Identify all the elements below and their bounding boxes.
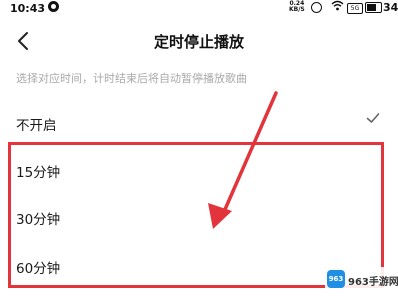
notification-icon — [48, 1, 59, 12]
option-30min[interactable]: 30分钟 — [0, 196, 398, 244]
option-label: 15分钟 — [16, 165, 61, 181]
option-label: 不开启 — [16, 118, 57, 134]
watermark: 963 963手游网 — [325, 267, 398, 291]
hint-text: 选择对应时间，计时结束后将自动暂停播放歌曲 — [16, 72, 247, 85]
network-speed-unit: KB/S — [289, 6, 305, 13]
battery-level: 34 — [383, 1, 398, 14]
page-title: 定时停止播放 — [153, 33, 244, 51]
battery-icon — [365, 2, 382, 13]
check-icon — [366, 113, 380, 123]
network-speed: 0.24 KB/S — [289, 1, 305, 13]
alarm-icon — [311, 2, 322, 13]
status-bar: 10:43 0.24 KB/S 5G 34 — [0, 0, 398, 18]
option-15min[interactable]: 15分钟 — [0, 148, 398, 196]
watermark-logo: 963 — [327, 270, 345, 288]
option-off[interactable]: 不开启 — [0, 98, 398, 146]
status-time: 10:43 — [10, 2, 46, 15]
option-label: 60分钟 — [16, 261, 61, 277]
signal-badge: 5G — [347, 3, 363, 14]
option-label: 30分钟 — [16, 212, 61, 228]
wifi-icon — [331, 0, 344, 14]
watermark-text: 963手游网 — [348, 277, 398, 288]
